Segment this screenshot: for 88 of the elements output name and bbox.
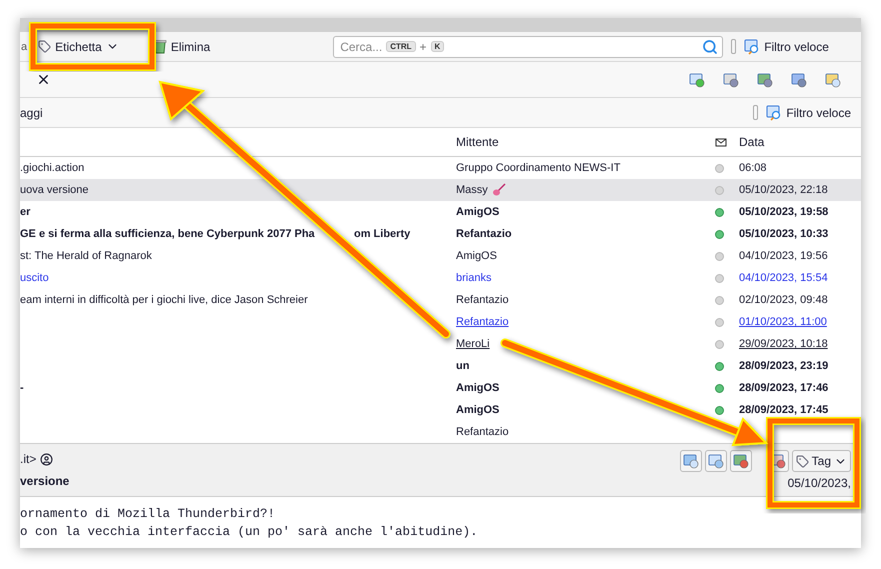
body-text: o con la vecchia interfaccia (un po' sarà anche l'abitudine).: [20, 524, 479, 540]
tag-button[interactable]: Tag: [792, 450, 851, 472]
message-date: 05/10/2023,: [788, 476, 851, 490]
message-subject: versione: [20, 474, 70, 488]
sender-cell: MeroLi: [456, 338, 490, 350]
body-text: ornamento di Mozilla Thunderbird?!: [20, 506, 276, 522]
message-row[interactable]: eam interni in difficoltà per i giochi live, dice Jason Schreier Refantazio 02/10/2023, 09:48: [20, 289, 861, 311]
forward-button[interactable]: [704, 450, 727, 472]
status-dot[interactable]: [715, 296, 724, 304]
status-dot[interactable]: [715, 340, 724, 348]
subject-cell: -: [20, 382, 24, 394]
reply-button[interactable]: [680, 450, 702, 472]
date-cell: 29/09/2023, 10:18: [739, 338, 828, 350]
shortcut-key: CTRL: [386, 41, 416, 52]
subject-cell: om Liberty: [354, 228, 410, 240]
search-field[interactable]: Cerca... CTRL + K: [333, 36, 724, 58]
message-row[interactable]: uova versione Massy 05/10/2023, 22:18: [20, 179, 861, 201]
message-row[interactable]: MeroLi 29/09/2023, 10:18: [20, 333, 861, 355]
date-cell: 02/10/2023, 09:48: [739, 294, 828, 306]
sender-cell: Refantazio: [456, 426, 509, 438]
sender-cell: Refantazio: [456, 228, 512, 240]
message-row[interactable]: er AmigOS 05/10/2023, 19:58: [20, 201, 861, 223]
message-row[interactable]: AmigOS 28/09/2023, 17:45: [20, 399, 861, 421]
message-row[interactable]: st: The Herald of Ragnarok AmigOS 04/10/2023, 19:56: [20, 245, 861, 267]
subject-cell: eam interni in difficoltà per i giochi live, dice Jason Schreier: [20, 294, 308, 306]
shortcut-joiner: +: [420, 40, 427, 54]
status-dot[interactable]: [715, 406, 724, 414]
status-dot[interactable]: [715, 252, 724, 260]
status-dot[interactable]: [715, 362, 724, 370]
sender-cell: AmigOS: [456, 382, 500, 394]
subject-cell: uova versione: [20, 184, 88, 196]
date-cell: 06:08: [739, 162, 767, 174]
sender-cell: AmigOS: [456, 250, 497, 262]
sender-cell: brianks: [456, 272, 492, 284]
date-cell: 04/10/2023, 15:54: [739, 272, 828, 284]
status-dot[interactable]: [715, 384, 724, 392]
subject-cell: .giochi.action: [20, 162, 84, 174]
filter-bar-label: aggi: [20, 106, 43, 120]
status-dot[interactable]: [715, 208, 724, 216]
search-icon[interactable]: [702, 38, 718, 54]
archive-button[interactable]: [730, 450, 752, 472]
status-dot[interactable]: [715, 186, 724, 194]
sender-cell: un: [456, 360, 470, 372]
date-cell: 28/09/2023, 17:45: [739, 404, 828, 416]
close-icon[interactable]: [36, 72, 51, 87]
sender-cell: AmigOS: [456, 206, 500, 218]
date-cell: 01/10/2023, 11:00: [739, 316, 827, 328]
quick-filter-button[interactable]: Filtro veloce: [766, 104, 851, 120]
message-row[interactable]: - AmigOS 28/09/2023, 17:46: [20, 377, 861, 399]
message-row[interactable]: uscito brianks 04/10/2023, 15:54: [20, 267, 861, 289]
sender-cell: Refantazio: [456, 316, 509, 328]
subject-cell: GE e si ferma alla sufficienza, bene Cyberpunk 2077 Pha: [20, 228, 315, 240]
grip-handle[interactable]: [753, 105, 758, 120]
sender-cell: Refantazio: [456, 294, 509, 306]
sender-cell: Massy: [456, 184, 488, 196]
status-dot[interactable]: [715, 318, 724, 326]
status-dot[interactable]: [715, 230, 724, 238]
column-header[interactable]: Data: [739, 135, 764, 149]
date-cell: 04/10/2023, 19:56: [739, 250, 828, 262]
contact-icon[interactable]: [40, 452, 54, 466]
status-dot[interactable]: [715, 164, 724, 172]
date-cell: 05/10/2023, 19:58: [739, 206, 828, 218]
grip-handle[interactable]: [731, 39, 736, 54]
tag-icon: [38, 40, 52, 53]
filter-icon: [744, 38, 760, 54]
subject-cell: uscito: [20, 272, 49, 284]
message-row[interactable]: .giochi.action Gruppo Coordinamento NEWS-IT 06:08: [20, 157, 861, 179]
status-dot[interactable]: [715, 274, 724, 282]
date-cell: 05/10/2023, 22:18: [739, 184, 828, 196]
column-header[interactable]: Mittente: [456, 135, 499, 149]
sender-cell: Gruppo Coordinamento NEWS-IT: [456, 162, 620, 174]
tag-icon: [796, 454, 809, 468]
quick-filter-button[interactable]: Filtro veloce: [744, 38, 829, 54]
filter-icon: [766, 104, 782, 120]
date-cell: 05/10/2023, 10:33: [739, 228, 828, 240]
delete-button[interactable]: Elimina: [150, 37, 214, 56]
subject-cell: er: [20, 206, 30, 218]
read-status-icon[interactable]: [715, 137, 727, 147]
subject-cell: st: The Herald of Ragnarok: [20, 250, 152, 262]
message-row[interactable]: GE e si ferma alla sufficienza, bene Cyberpunk 2077 Pha om Liberty Refantazio 05/10/2023, 10:33: [20, 223, 861, 245]
date-cell: 28/09/2023, 23:19: [739, 360, 828, 372]
message-row[interactable]: un 28/09/2023, 23:19: [20, 355, 861, 377]
shortcut-key: K: [430, 41, 444, 52]
toolbar-label: a: [20, 40, 28, 52]
date-cell: 28/09/2023, 17:46: [739, 382, 828, 394]
sender-cell: AmigOS: [456, 404, 500, 416]
sender-address: .it>: [20, 452, 36, 466]
message-row[interactable]: Refantazio 01/10/2023, 11:00: [20, 311, 861, 333]
